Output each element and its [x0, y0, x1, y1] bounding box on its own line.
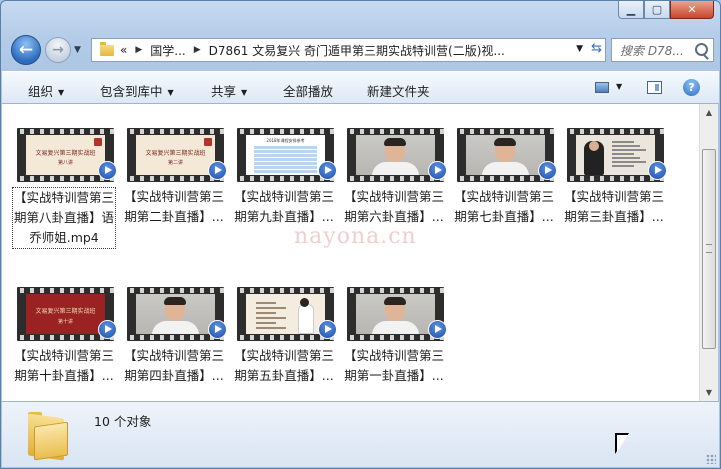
frame-subtitle: 第二讲	[167, 160, 183, 166]
preview-pane-icon[interactable]	[647, 81, 662, 94]
include-in-library-button[interactable]: 包含到库中 ▼	[100, 81, 174, 100]
video-frame	[136, 294, 215, 334]
recent-pages-dropdown[interactable]: ▼	[74, 45, 81, 55]
file-list: 文易复兴第三期实战班 第八讲 【实战特训营第三期第八卦直播】语乔师姐.mp4 文易复兴…	[2, 104, 699, 401]
media-player-icon	[648, 161, 667, 180]
frame-title: 文易复兴第三期实战班	[145, 150, 206, 157]
address-bar[interactable]: « ▶ 国学... ▶ D7861 文易复兴 奇门遁甲第三期实战特训营(二版)视…	[91, 38, 606, 62]
new-folder-button[interactable]: 新建文件夹	[367, 81, 430, 100]
media-player-icon	[318, 320, 337, 339]
video-frame: 文易复兴第三期实战班 第十讲	[26, 294, 105, 334]
play-all-label: 全部播放	[283, 84, 334, 99]
video-frame: 文易复兴第三期实战班 第八讲	[26, 135, 105, 175]
chevron-right-icon[interactable]: ▶	[135, 45, 142, 55]
vertical-scrollbar[interactable]: ▲ ▼	[699, 104, 718, 401]
file-name: 【实战特训营第三期第四卦直播】...	[123, 348, 224, 383]
breadcrumb-item[interactable]: D7861 文易复兴 奇门遁甲第三期实战特训营(二版)视...	[209, 42, 505, 59]
media-player-icon	[98, 320, 117, 339]
file-name: 【实战特训营第三期第六卦直播】...	[343, 189, 444, 224]
mouse-cursor-fill	[617, 435, 628, 452]
change-view-icon[interactable]	[595, 82, 609, 93]
frame-subtitle: 第十讲	[57, 319, 73, 325]
chevron-down-icon: ▼	[241, 88, 248, 97]
include-library-label: 包含到库中	[100, 84, 163, 99]
explorer-window: ▁ ▢ ✕ ← → ▼ « ▶ 国学... ▶ D7861 文易复兴 奇门遁甲第…	[0, 0, 721, 469]
chevron-down-icon[interactable]: ▼	[616, 82, 622, 91]
frame-title: 文易复兴第三期实战班	[35, 308, 96, 315]
watermark: nayona.cn	[294, 224, 417, 249]
video-frame: 文易复兴第三期实战班 第二讲	[136, 135, 215, 175]
new-folder-label: 新建文件夹	[367, 84, 430, 99]
file-name: 【实战特训营第三期第三卦直播】...	[563, 189, 664, 224]
seal-icon	[204, 138, 212, 146]
details-pane: 10 个对象	[2, 401, 719, 467]
play-all-button[interactable]: 全部播放	[283, 81, 333, 100]
chevron-right-icon[interactable]: ▶	[194, 45, 201, 55]
media-player-icon	[428, 161, 447, 180]
video-frame: 2018年课程安排参考	[246, 135, 325, 175]
file-name: 【实战特训营第三期第九卦直播】...	[233, 189, 334, 224]
organize-label: 组织	[28, 84, 54, 99]
navigation-bar: ← → ▼ « ▶ 国学... ▶ D7861 文易复兴 奇门遁甲第三期实战特训…	[7, 34, 714, 66]
video-frame	[356, 294, 435, 334]
media-player-icon	[208, 161, 227, 180]
video-frame	[246, 294, 325, 334]
media-player-icon	[428, 320, 447, 339]
search-box[interactable]: 搜索 D78...	[611, 38, 714, 62]
file-name: 【实战特训营第三期第十卦直播】...	[13, 348, 114, 383]
back-button[interactable]: ←	[11, 35, 41, 65]
media-player-icon	[208, 320, 227, 339]
command-bar: 组织 ▼ 包含到库中 ▼ 共享 ▼ 全部播放 新建文件夹 ▼ ?	[2, 71, 719, 104]
media-player-icon	[98, 161, 117, 180]
arrow-right-icon: →	[52, 42, 64, 58]
chevron-down-icon[interactable]: ▼	[576, 44, 583, 54]
file-name: 【实战特训营第三期第八卦直播】语乔师姐.mp4	[12, 187, 116, 249]
file-name: 【实战特训营第三期第一卦直播】...	[343, 348, 444, 383]
frame-title: 文易复兴第三期实战班	[35, 150, 96, 157]
frame-subtitle: 第八讲	[57, 160, 73, 166]
organize-button[interactable]: 组织 ▼	[28, 81, 64, 100]
file-name: 【实战特训营第三期第七卦直播】...	[453, 189, 554, 224]
minimize-button[interactable]: ▁	[618, 1, 644, 19]
video-frame	[356, 135, 435, 175]
close-button[interactable]: ✕	[670, 1, 714, 19]
caption-buttons: ▁ ▢ ✕	[618, 1, 714, 19]
search-icon[interactable]	[695, 43, 708, 56]
video-frame	[576, 135, 655, 175]
forward-button[interactable]: →	[45, 37, 71, 63]
frame-title: 2018年课程安排参考	[266, 138, 305, 143]
scrollbar-thumb[interactable]	[702, 149, 716, 349]
help-icon[interactable]: ?	[683, 79, 700, 96]
search-input[interactable]: 搜索 D78...	[620, 42, 692, 59]
video-frame	[466, 135, 545, 175]
media-player-icon	[318, 161, 337, 180]
folder-icon	[28, 410, 74, 461]
maximize-button[interactable]: ▢	[644, 1, 670, 19]
address-overflow[interactable]: «	[120, 43, 127, 57]
arrow-left-icon: ←	[18, 40, 34, 60]
breadcrumb-item[interactable]: 国学...	[150, 42, 185, 59]
seal-icon	[94, 138, 102, 146]
scroll-down-icon[interactable]: ▼	[700, 384, 718, 401]
resize-grip-icon[interactable]	[706, 454, 716, 464]
file-name: 【实战特训营第三期第五卦直播】...	[233, 348, 334, 383]
folder-icon	[100, 41, 114, 56]
file-name: 【实战特训营第三期第二卦直播】...	[123, 189, 224, 224]
scroll-up-icon[interactable]: ▲	[700, 104, 718, 121]
share-label: 共享	[211, 84, 237, 99]
chevron-down-icon: ▼	[167, 88, 174, 97]
chevron-down-icon: ▼	[58, 88, 65, 97]
item-count: 10 个对象	[94, 414, 152, 429]
media-player-icon	[538, 161, 557, 180]
refresh-icon[interactable]: ⇆	[591, 41, 602, 56]
share-button[interactable]: 共享 ▼	[211, 81, 247, 100]
